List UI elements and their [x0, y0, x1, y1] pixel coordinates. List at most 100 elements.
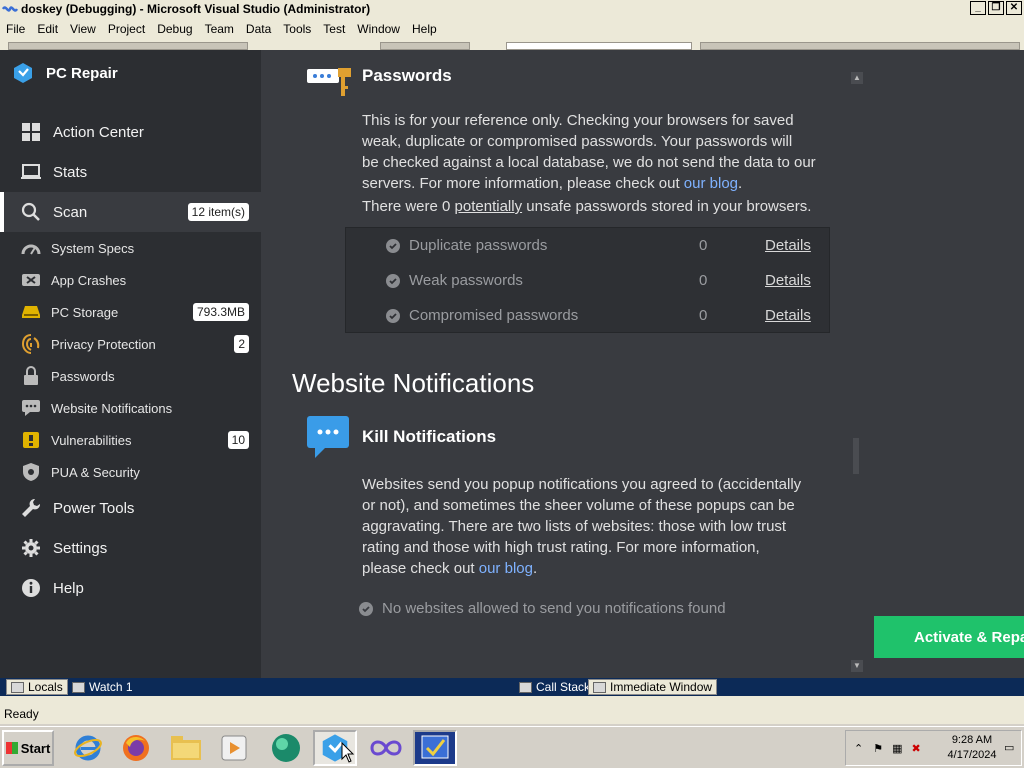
pc-repair-app: PC Repair Action Center Stats Scan 12 it…	[0, 50, 1024, 678]
table-row: Duplicate passwords 0 Details	[346, 228, 831, 263]
details-link[interactable]: Details	[765, 307, 811, 324]
passwords-summary-pre: There were 0	[362, 198, 455, 215]
passwords-desc-line: weak, duplicate or compromised passwords…	[362, 133, 793, 150]
scrollbar-thumb[interactable]	[853, 438, 859, 474]
menu-edit[interactable]: Edit	[31, 22, 64, 36]
tab-watch[interactable]: Watch 1	[68, 679, 137, 695]
sidebar-item-label: PUA & Security	[51, 464, 140, 480]
passwords-description: This is for your reference only. Checkin…	[362, 110, 842, 217]
sidebar-item-stats[interactable]: Stats	[0, 152, 261, 192]
notifications-desc-line: or not), and sometimes the sheer volume …	[362, 497, 795, 514]
sidebar-item-passwords[interactable]: Passwords	[0, 360, 261, 392]
notifications-desc-line: aggravating. There are two lists of webs…	[362, 518, 787, 535]
tab-call-stack[interactable]: Call Stack	[515, 679, 594, 695]
passwords-blog-link[interactable]: our blog	[684, 175, 738, 192]
vuln-icon	[21, 430, 41, 450]
clock[interactable]: 9:28 AM 4/17/2024	[942, 733, 1002, 763]
menu-help[interactable]: Help	[406, 22, 443, 36]
passwords-desc-line: servers. For more information, please ch…	[362, 173, 842, 194]
tab-locals[interactable]: Locals	[6, 679, 68, 695]
info-icon	[20, 577, 42, 599]
vulnerabilities-badge: 10	[227, 431, 249, 449]
brand: PC Repair	[12, 62, 118, 84]
clock-time: 9:28 AM	[951, 734, 993, 746]
activate-repair-button[interactable]: Activate & Repair	[874, 616, 1024, 658]
menu-tools[interactable]: Tools	[277, 22, 317, 36]
scroll-down-button[interactable]: ▼	[851, 660, 863, 672]
sidebar-item-action-center[interactable]: Action Center	[0, 112, 261, 152]
sidebar-item-vulnerabilities[interactable]: Vulnerabilities 10	[0, 424, 261, 456]
toolbar-search[interactable]	[506, 42, 692, 50]
media-player-icon[interactable]	[212, 730, 256, 766]
minimize-button[interactable]: _	[970, 1, 986, 15]
menu-data[interactable]: Data	[240, 22, 277, 36]
sidebar-item-app-crashes[interactable]: App Crashes	[0, 264, 261, 296]
toolbar-buttons[interactable]	[8, 42, 248, 50]
notifications-desc-line: Websites send you popup notifications yo…	[362, 476, 802, 493]
passwords-summary-post: unsafe passwords stored in your browsers…	[522, 198, 812, 215]
sidebar-item-privacy-protection[interactable]: Privacy Protection 2	[0, 328, 261, 360]
tab-immediate-window[interactable]: Immediate Window	[588, 679, 718, 695]
notifications-blog-link[interactable]: our blog	[479, 560, 533, 577]
passwords-table: Duplicate passwords 0 Details Weak passw…	[345, 227, 830, 333]
notifications-status: No websites allowed to send you notifica…	[359, 600, 726, 617]
menu-team[interactable]: Team	[199, 22, 240, 36]
sidebar-item-scan[interactable]: Scan 12 item(s)	[0, 192, 261, 232]
restore-button[interactable]: ❐	[988, 1, 1004, 15]
taskbar: Start ⌃ ⚑ ▦ ✖ 9:28 AM 4/17/2024 ▭	[0, 726, 1024, 768]
check-icon	[386, 273, 400, 288]
sidebar-item-label: Privacy Protection	[51, 336, 156, 352]
sidebar-item-pua-security[interactable]: PUA & Security	[0, 456, 261, 488]
network-icon[interactable]: ▦	[892, 742, 902, 755]
check-icon	[386, 308, 400, 323]
scroll-up-button[interactable]: ▲	[851, 72, 863, 84]
green-orb-app-icon[interactable]	[264, 730, 308, 766]
sidebar-item-system-specs[interactable]: System Specs	[0, 232, 261, 264]
website-notifications-heading: Website Notifications	[292, 368, 535, 398]
volume-muted-icon[interactable]: ✖	[912, 742, 921, 755]
internet-explorer-icon[interactable]	[66, 730, 110, 766]
chat-bubble-icon	[307, 416, 349, 458]
potentially-link[interactable]: potentially	[455, 198, 523, 215]
menu-file[interactable]: File	[0, 22, 31, 36]
sidebar: PC Repair Action Center Stats Scan 12 it…	[0, 50, 261, 678]
toolbar-combo[interactable]	[380, 42, 470, 50]
menu-project[interactable]: Project	[102, 22, 151, 36]
sidebar-item-power-tools[interactable]: Power Tools	[0, 488, 261, 528]
grid-icon	[20, 121, 42, 143]
notifications-desc-line: please check out our blog.	[362, 558, 842, 579]
show-hidden-icons-icon[interactable]: ⌃	[854, 742, 863, 755]
sidebar-item-label: Passwords	[51, 368, 115, 384]
menu-test[interactable]: Test	[317, 22, 351, 36]
debug-tab-bar: Locals Watch 1 Call Stack Immediate Wind…	[0, 678, 1024, 696]
toolbar-buttons-right[interactable]	[700, 42, 1020, 50]
brand-name: PC Repair	[46, 64, 118, 82]
visual-studio-taskbar-icon[interactable]	[413, 730, 457, 766]
sidebar-item-help[interactable]: Help	[0, 568, 261, 608]
sidebar-item-label: Website Notifications	[51, 400, 173, 416]
tab-label: Watch 1	[89, 680, 133, 694]
sidebar-item-label: App Crashes	[51, 272, 127, 288]
menu-window[interactable]: Window	[351, 22, 406, 36]
system-tray: ⌃ ⚑ ▦ ✖ 9:28 AM 4/17/2024 ▭	[845, 730, 1022, 766]
sidebar-item-pc-storage[interactable]: PC Storage 793.3MB	[0, 296, 261, 328]
menu-view[interactable]: View	[64, 22, 102, 36]
flag-icon[interactable]: ⚑	[873, 742, 883, 755]
details-link[interactable]: Details	[765, 237, 811, 254]
file-explorer-icon[interactable]	[164, 730, 208, 766]
infinity-app-icon[interactable]	[364, 730, 408, 766]
menu-debug[interactable]: Debug	[151, 22, 198, 36]
crash-icon	[21, 270, 41, 290]
sidebar-item-website-notifications[interactable]: Website Notifications	[0, 392, 261, 424]
start-label: Start	[20, 740, 51, 756]
show-desktop-icon[interactable]: ▭	[1004, 741, 1014, 754]
start-button[interactable]: Start	[2, 730, 54, 766]
kill-notifications-title: Kill Notifications	[362, 427, 497, 446]
gear-icon	[20, 537, 42, 559]
windows-flag-icon	[5, 742, 18, 754]
sidebar-item-settings[interactable]: Settings	[0, 528, 261, 568]
close-button[interactable]: ✕	[1006, 1, 1022, 15]
password-key-icon	[307, 68, 351, 96]
details-link[interactable]: Details	[765, 272, 811, 289]
firefox-icon[interactable]	[114, 730, 158, 766]
